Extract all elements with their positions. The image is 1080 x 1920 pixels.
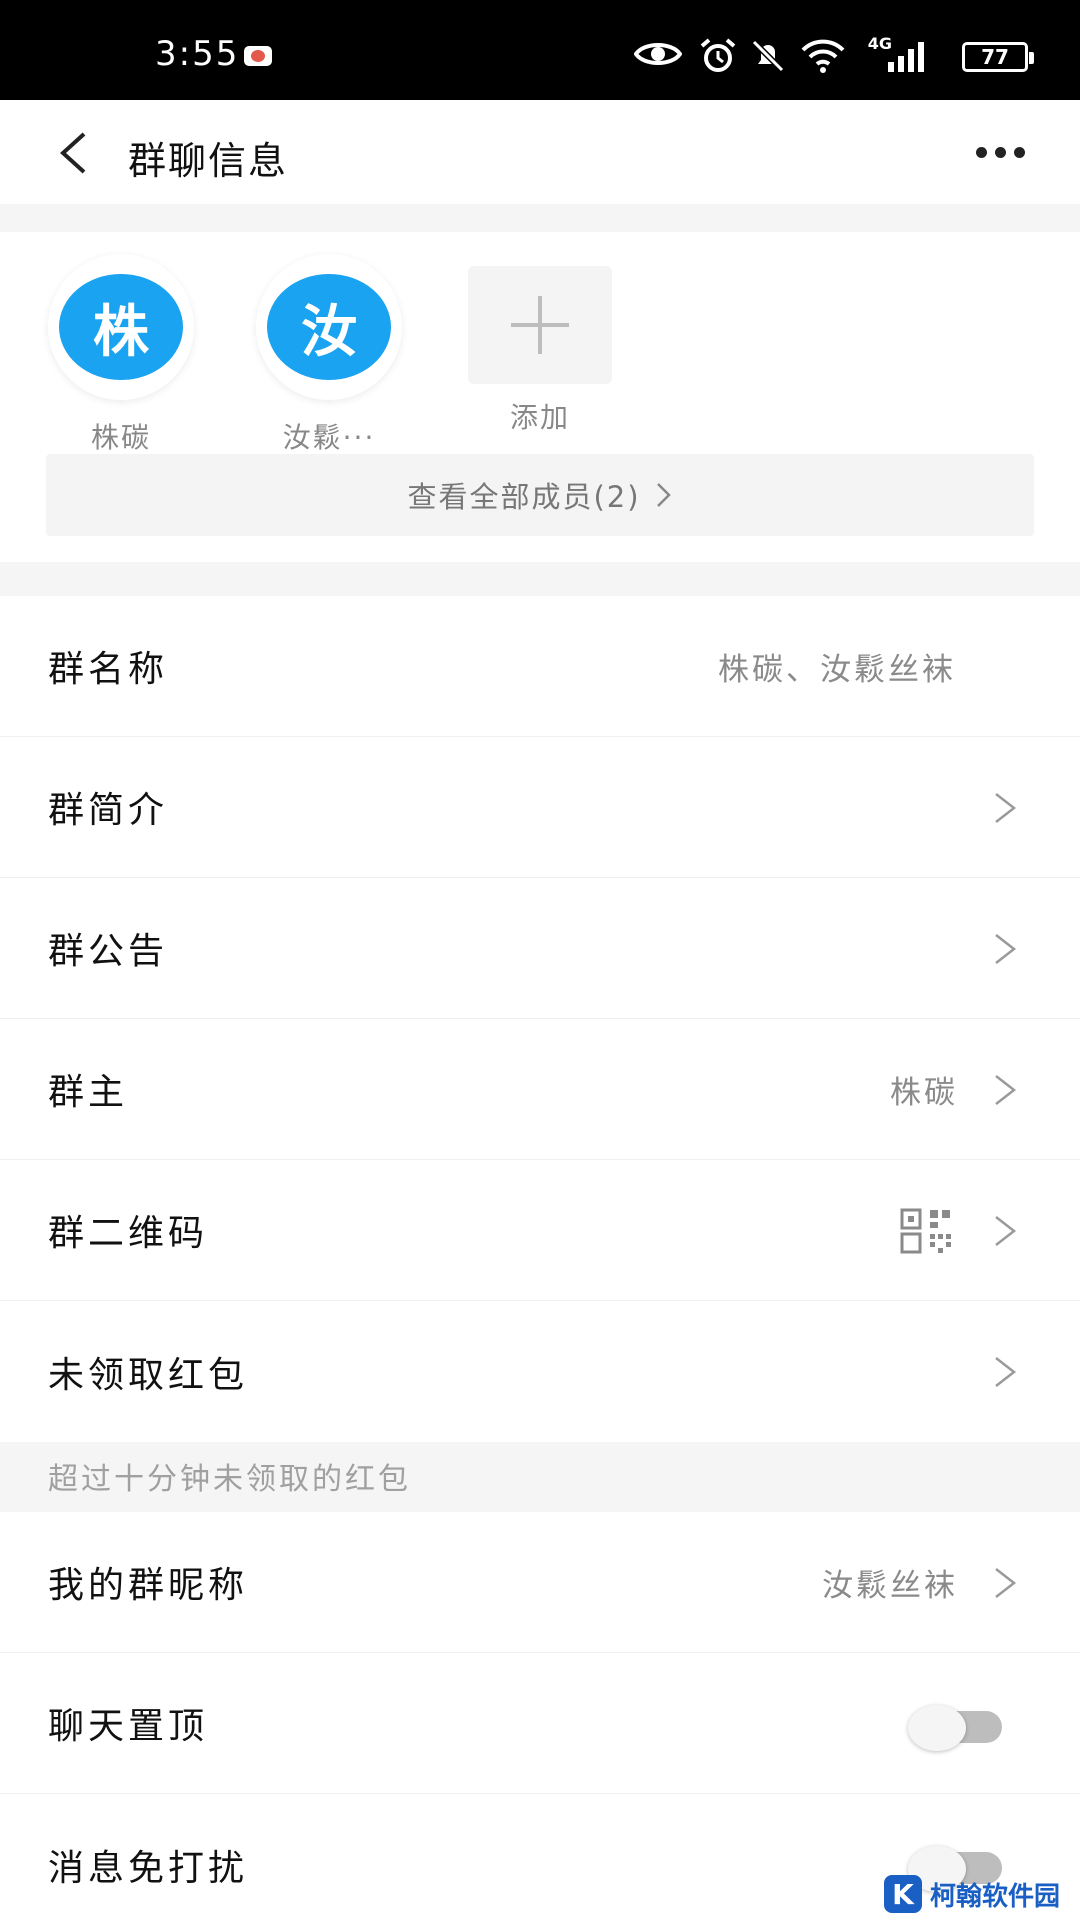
red-packet-hint-text: 超过十分钟未领取的红包 xyxy=(48,1462,411,1497)
chevron-right-icon xyxy=(995,1075,1017,1105)
view-all-label: 查看全部成员(2) xyxy=(407,480,641,514)
member-name: 汝鬏··· xyxy=(282,421,376,454)
members-card: 株 株碳 汝 汝鬏··· 添加 查看全部成员(2) xyxy=(0,232,1080,562)
battery-icon: 77 xyxy=(962,42,1034,72)
red-packet-row[interactable]: 未领取红包 xyxy=(0,1301,1080,1442)
group-owner-row[interactable]: 群主 株碳 xyxy=(0,1019,1080,1160)
eye-icon xyxy=(634,43,682,65)
group-notice-label: 群公告 xyxy=(48,931,169,972)
back-button[interactable] xyxy=(38,118,108,188)
wifi-icon xyxy=(801,39,845,73)
watermark: K 柯翰软件园 xyxy=(883,1872,1060,1916)
app-notification-icon xyxy=(244,46,272,66)
watermark-text: 柯翰软件园 xyxy=(929,1881,1060,1912)
chevron-right-icon xyxy=(995,1216,1017,1246)
view-all-members-button[interactable]: 查看全部成员(2) xyxy=(46,454,1034,536)
chevron-right-icon xyxy=(995,1357,1017,1387)
more-dots-icon xyxy=(975,146,987,158)
mute-bell-icon xyxy=(751,39,785,73)
group-owner-label: 群主 xyxy=(48,1072,129,1113)
red-packet-hint: 超过十分钟未领取的红包 xyxy=(0,1442,1080,1512)
chevron-right-icon xyxy=(995,793,1017,823)
group-owner-value: 株碳 xyxy=(890,1074,958,1111)
group-name-row[interactable]: 群名称 株碳、汝鬏丝袜 xyxy=(0,596,1080,737)
plus-icon xyxy=(511,296,569,354)
page-title: 群聊信息 xyxy=(128,139,289,183)
pin-chat-row: 聊天置顶 xyxy=(0,1653,1080,1794)
group-name-value: 株碳、汝鬏丝袜 xyxy=(718,651,956,688)
signal-icon xyxy=(888,42,924,72)
status-bar: 3:55 4G 77 xyxy=(0,0,1080,100)
settings-list: 群名称 株碳、汝鬏丝袜 群简介 群公告 群主 株碳 群二维码 未领取红包 xyxy=(0,596,1080,1442)
group-intro-row[interactable]: 群简介 xyxy=(0,737,1080,878)
my-nickname-value: 汝鬏丝袜 xyxy=(822,1567,958,1604)
member-name: 株碳 xyxy=(90,421,151,454)
qrcode-icon xyxy=(900,1208,951,1254)
watermark-logo-icon: K xyxy=(883,1875,922,1913)
do-not-disturb-label: 消息免打扰 xyxy=(48,1847,249,1889)
chevron-right-icon xyxy=(995,934,1017,964)
red-packet-label: 未领取红包 xyxy=(48,1354,249,1396)
my-nickname-row[interactable]: 我的群昵称 汝鬏丝袜 xyxy=(0,1512,1080,1653)
avatar: 株 xyxy=(59,274,183,380)
pin-chat-toggle[interactable] xyxy=(908,1705,1002,1751)
add-member-label: 添加 xyxy=(509,401,570,434)
my-nickname-label: 我的群昵称 xyxy=(48,1565,249,1606)
group-name-label: 群名称 xyxy=(48,649,169,690)
group-qrcode-label: 群二维码 xyxy=(48,1213,209,1254)
more-options-button[interactable] xyxy=(960,126,1040,178)
settings-list-2: 我的群昵称 汝鬏丝袜 聊天置顶 消息免打扰 xyxy=(0,1512,1080,1920)
pin-chat-label: 聊天置顶 xyxy=(48,1706,209,1747)
group-qrcode-row[interactable]: 群二维码 xyxy=(0,1160,1080,1301)
avatar: 汝 xyxy=(267,274,391,380)
group-intro-label: 群简介 xyxy=(48,790,169,831)
group-notice-row[interactable]: 群公告 xyxy=(0,878,1080,1019)
alarm-icon xyxy=(700,38,736,72)
add-member-button[interactable]: 添加 xyxy=(465,254,615,436)
chevron-right-icon xyxy=(995,1568,1017,1598)
status-time: 3:55 xyxy=(155,34,240,74)
member-item[interactable]: 汝 汝鬏··· xyxy=(254,254,404,456)
chevron-right-icon xyxy=(656,483,671,507)
header: 群聊信息 xyxy=(0,100,1080,204)
member-item[interactable]: 株 株碳 xyxy=(46,254,196,456)
chevron-left-icon xyxy=(60,132,86,174)
